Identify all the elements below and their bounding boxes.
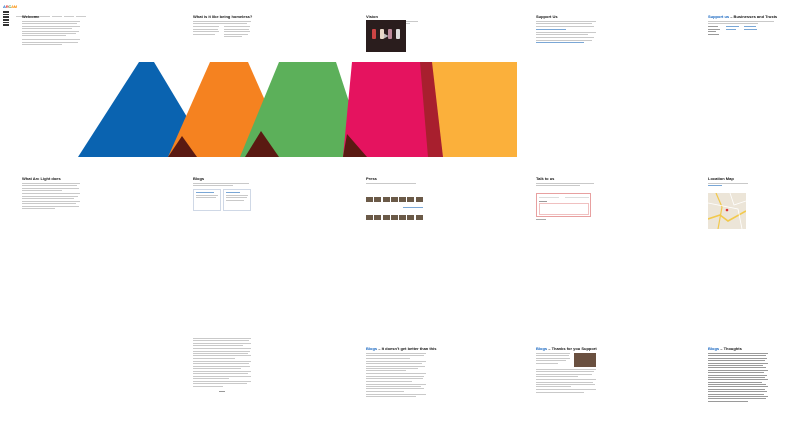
section-title: Blogs – It doesn’t get better than this xyxy=(366,346,437,351)
press-section: Press xyxy=(366,176,426,185)
section-title: Talk to us xyxy=(536,176,555,181)
blog-thoughts-section: Blogs – Thoughts xyxy=(708,346,770,403)
map-pin-icon[interactable] xyxy=(725,208,729,212)
long-article xyxy=(193,338,253,392)
blogs-section: Blogs xyxy=(193,176,253,212)
blog-photo xyxy=(574,353,596,367)
section-title: Blogs – Thoughts xyxy=(708,346,742,351)
section-title: What Arc Light does xyxy=(22,176,61,181)
send-button[interactable] xyxy=(536,219,546,221)
section-title: Location Map xyxy=(708,176,734,181)
yellow-block-shape xyxy=(428,62,517,157)
what-arc-light-does-section: What Arc Light does xyxy=(22,176,82,211)
section-title: Blogs – Thanks for you Support xyxy=(536,346,597,351)
talk-to-us-section: Talk to us xyxy=(536,176,596,188)
blog-better-section: Blogs – It doesn’t get better than this xyxy=(366,346,437,398)
blog-card[interactable] xyxy=(193,189,221,212)
section-title: Press xyxy=(366,176,377,181)
location-map[interactable] xyxy=(708,193,746,229)
location-map-section: Location Map xyxy=(708,176,768,188)
section-title: Blogs xyxy=(193,176,205,181)
blog-thanks-section: Blogs – Thanks for you Support xyxy=(536,346,598,394)
press-more-link[interactable] xyxy=(403,207,423,209)
contact-form[interactable] xyxy=(536,193,591,217)
blog-card[interactable] xyxy=(223,189,251,212)
